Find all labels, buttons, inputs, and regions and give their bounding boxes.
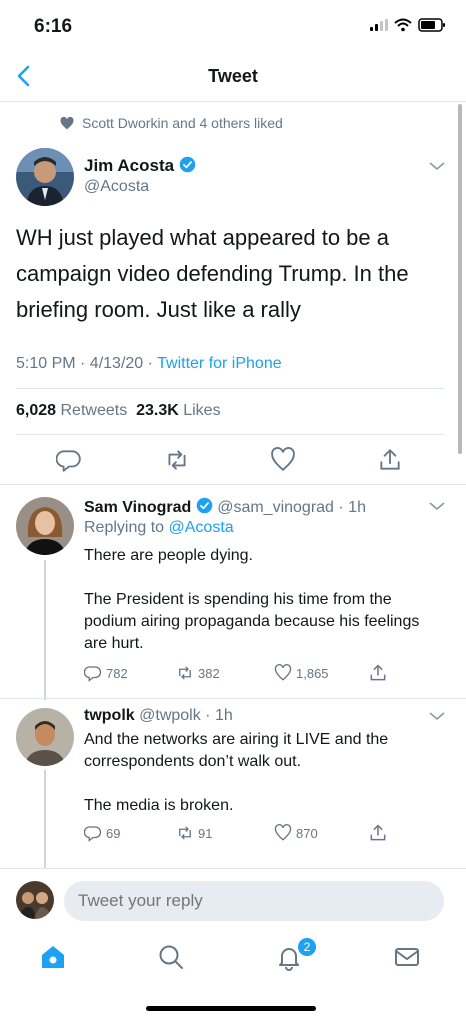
status-bar: 6:16 — [0, 0, 466, 52]
home-indicator[interactable] — [146, 1006, 316, 1011]
divider — [16, 388, 444, 389]
page-title: Tweet — [208, 66, 258, 86]
likes-label[interactable]: Likes — [179, 402, 220, 419]
avatar[interactable] — [16, 881, 54, 919]
thread-line — [44, 560, 46, 700]
reply-text: And the networks are airing it LIVE and … — [84, 729, 444, 817]
avatar[interactable] — [16, 708, 74, 766]
replying-to: Replying to @Acosta — [84, 519, 234, 537]
notifications-badge: 2 — [296, 936, 318, 958]
reply-text-line: There are people dying. — [84, 547, 253, 564]
search-icon[interactable] — [156, 942, 186, 972]
retweet-icon — [179, 826, 191, 840]
tweet-text: WH just played what appeared to be a cam… — [16, 225, 409, 322]
messages-icon[interactable] — [392, 942, 422, 972]
tweet-timestamp: 5:10 PM · 4/13/20 · — [16, 355, 158, 372]
retweets-label[interactable]: Retweets — [56, 402, 136, 419]
tweet-source-link[interactable]: Twitter for iPhone — [157, 355, 282, 372]
reply-count: 69 — [106, 825, 121, 841]
reply-header[interactable]: twpolk @twpolk · 1h — [84, 707, 233, 725]
reply-count: 782 — [106, 665, 128, 681]
avatar[interactable] — [16, 497, 74, 555]
replying-to-prefix: Replying to — [84, 519, 169, 536]
home-icon[interactable] — [38, 942, 68, 972]
verified-icon — [179, 156, 196, 173]
status-time: 6:16 — [34, 16, 73, 37]
chevron-down-icon[interactable] — [428, 160, 446, 172]
nav-bar: Tweet — [0, 52, 466, 102]
reply-header[interactable]: Sam Vinograd @sam_vinograd · 1h — [84, 497, 366, 517]
retweet-icon[interactable] — [164, 447, 190, 473]
retweet-button[interactable]: 91 — [176, 824, 212, 842]
replying-to-link[interactable]: @Acosta — [169, 519, 234, 536]
chevron-down-icon[interactable] — [428, 710, 446, 722]
reply-author-name: Sam Vinograd — [84, 499, 192, 516]
social-context-text: Scott Dworkin and 4 others liked — [82, 115, 283, 131]
scroll-indicator[interactable] — [458, 104, 462, 454]
divider — [16, 434, 444, 435]
reply-text-spacer — [84, 773, 444, 795]
reply-text-spacer — [84, 567, 444, 589]
status-icons — [370, 18, 446, 32]
share-icon[interactable] — [377, 447, 403, 473]
reply-author-handle: @sam_vinograd · 1h — [217, 499, 366, 516]
author-name: Jim Acosta — [84, 156, 175, 175]
signal-icon — [370, 19, 388, 31]
avatar[interactable] — [16, 148, 74, 206]
like-button[interactable]: 1,865 — [274, 664, 329, 682]
reply-button[interactable]: 69 — [84, 824, 120, 842]
reply-text: There are people dying. The President is… — [84, 545, 444, 655]
chevron-down-icon[interactable] — [428, 500, 446, 512]
retweet-count: 91 — [198, 825, 213, 841]
reply-icon[interactable] — [56, 447, 82, 473]
reply-text-line: The President is spending his time from … — [84, 591, 420, 652]
heart-icon — [60, 116, 74, 129]
like-count: 870 — [296, 825, 318, 841]
reply-icon — [84, 826, 102, 842]
like-icon[interactable] — [270, 447, 296, 473]
retweet-button[interactable]: 382 — [176, 664, 220, 682]
reply-text-line: The media is broken. — [84, 797, 234, 814]
reply-author-name: twpolk — [84, 707, 135, 724]
like-button[interactable]: 870 — [274, 824, 318, 842]
like-icon — [274, 824, 292, 841]
like-count[interactable]: 23.3K — [136, 402, 179, 419]
share-icon[interactable] — [368, 663, 388, 683]
thread-line — [44, 770, 46, 868]
reply-text-line: And the networks are airing it LIVE and … — [84, 731, 389, 770]
tweet-stats: 6,028 Retweets 23.3K Likes — [16, 402, 221, 420]
verified-icon — [196, 497, 213, 514]
divider — [0, 484, 466, 485]
reply-composer — [0, 868, 466, 936]
social-context[interactable]: Scott Dworkin and 4 others liked — [60, 115, 283, 131]
reply-icon — [84, 666, 102, 682]
retweet-count: 382 — [198, 665, 220, 681]
author-name-row[interactable]: Jim Acosta — [84, 156, 196, 176]
author-handle[interactable]: @Acosta — [84, 178, 149, 196]
like-icon — [274, 664, 292, 681]
retweet-icon — [179, 666, 191, 680]
tweet-meta: 5:10 PM · 4/13/20 · Twitter for iPhone — [16, 355, 282, 373]
share-icon[interactable] — [368, 823, 388, 843]
wifi-icon — [394, 18, 412, 32]
battery-icon — [418, 18, 445, 32]
retweet-count[interactable]: 6,028 — [16, 402, 56, 419]
like-count: 1,865 — [296, 665, 329, 681]
reply-author-handle: @twpolk · 1h — [139, 707, 233, 724]
reply-input[interactable] — [64, 881, 444, 921]
divider — [0, 698, 466, 699]
reply-button[interactable]: 782 — [84, 664, 128, 682]
